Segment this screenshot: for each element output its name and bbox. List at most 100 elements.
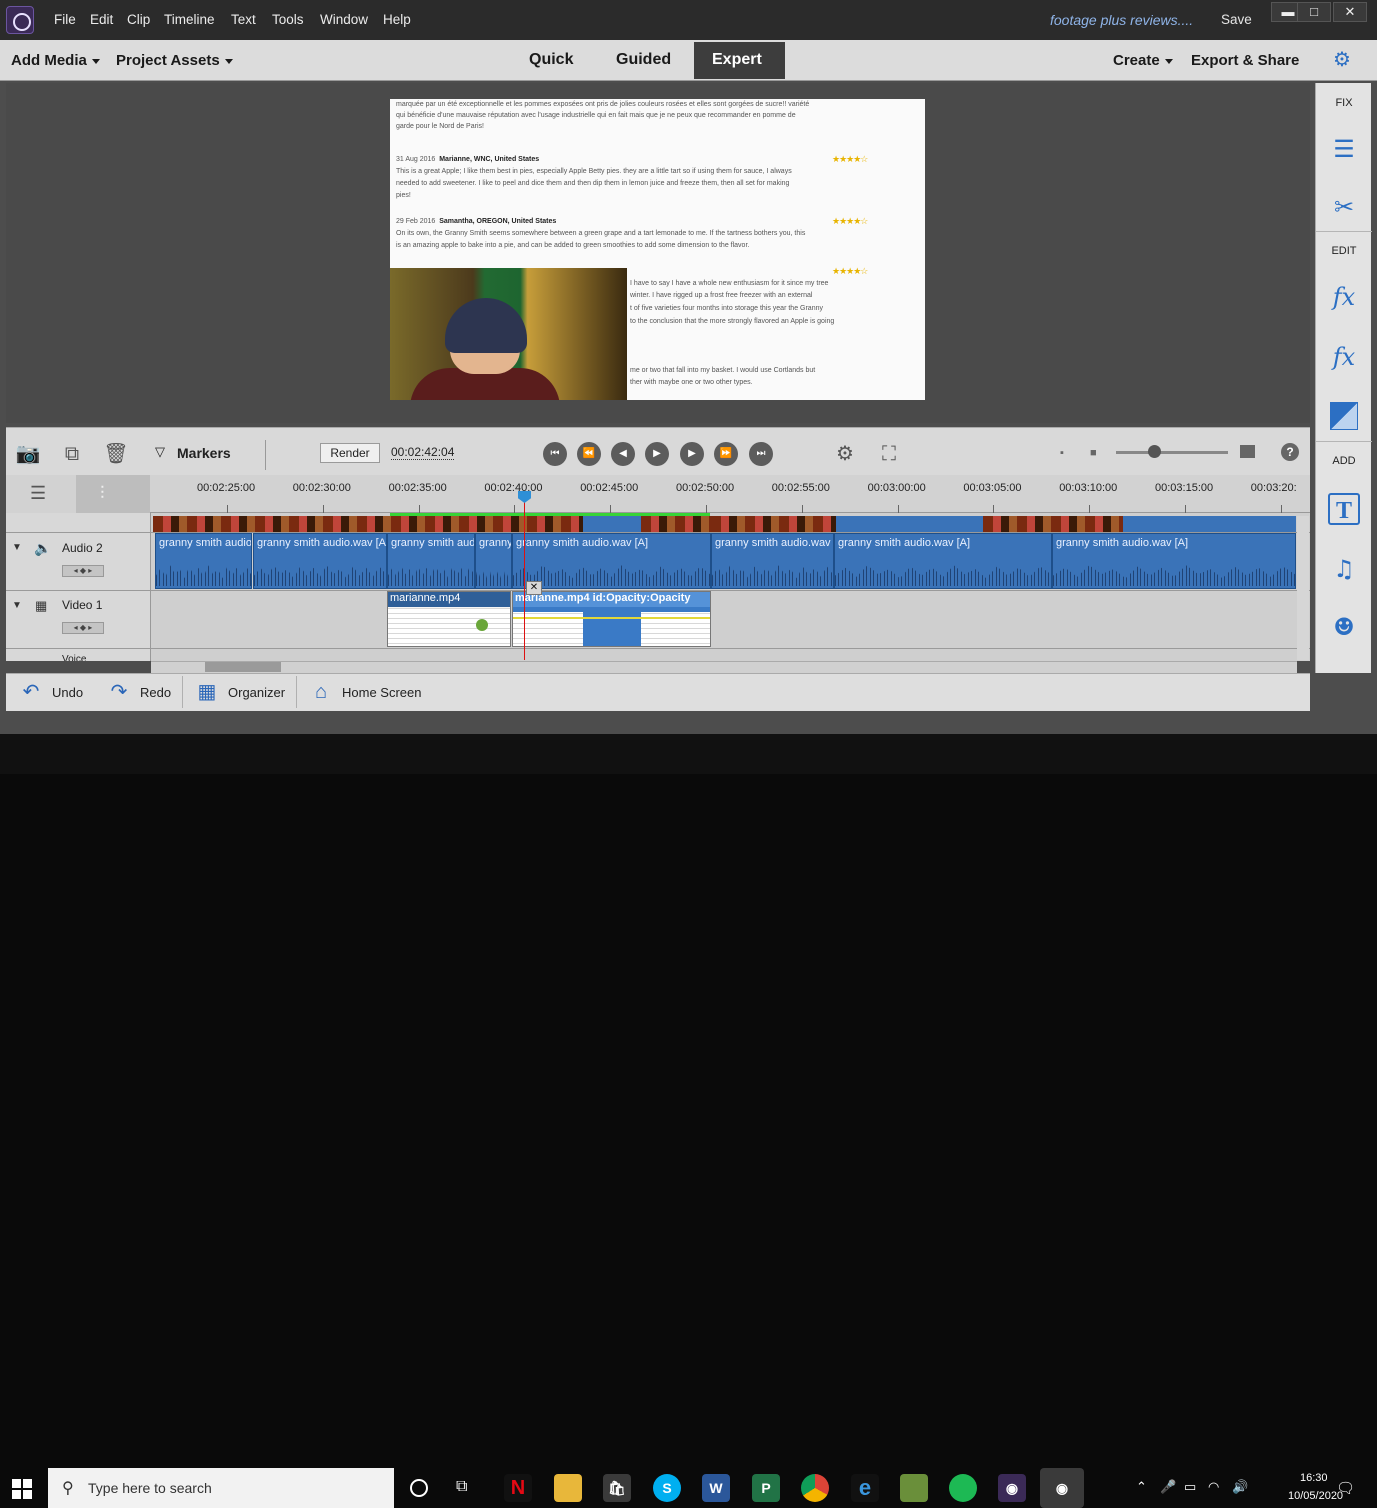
home-icon[interactable]: ⌂ xyxy=(308,680,334,704)
menu-file[interactable]: File xyxy=(54,12,76,27)
horizontal-scroll-thumb[interactable] xyxy=(205,662,281,672)
zoom-small-icon[interactable]: ■ xyxy=(1090,447,1097,459)
fast-forward-icon[interactable]: ⏩ xyxy=(714,442,738,466)
audio-mixer-button[interactable]: ⫶ xyxy=(76,475,150,513)
titles-text-icon[interactable]: T xyxy=(1328,493,1360,525)
video-preview[interactable]: marquée par un été exceptionnelle et les… xyxy=(390,99,925,400)
tab-guided[interactable]: Guided xyxy=(616,51,671,69)
zoom-slider-track[interactable] xyxy=(1116,451,1228,454)
create-menu[interactable]: Create xyxy=(1113,52,1173,69)
undo-icon[interactable]: ↶ xyxy=(18,680,44,704)
graphics-smiley-icon[interactable]: ☻ xyxy=(1328,611,1360,643)
fit-screen-icon[interactable]: ⛶ xyxy=(875,440,903,468)
audio-clip[interactable]: granny smith audio.wav xyxy=(711,533,834,589)
menu-timeline[interactable]: Timeline xyxy=(164,12,215,27)
organizer-grid-icon[interactable]: ▦ xyxy=(194,680,220,704)
duplicate-clip-icon[interactable]: ⧉ xyxy=(58,440,86,468)
keyframe-nav-icon[interactable]: ◂ ◆ ▸ xyxy=(62,565,104,577)
transition-x-icon[interactable]: ✕ xyxy=(526,581,542,595)
maximize-button[interactable]: □ xyxy=(1297,2,1331,22)
tools-icon[interactable]: ✂ xyxy=(1328,191,1360,223)
project-assets-menu[interactable]: Project Assets xyxy=(116,52,233,69)
audio-clip[interactable]: granny smith audio xyxy=(155,533,252,589)
video-thumb-strip[interactable] xyxy=(711,516,836,532)
timeline-ruler[interactable] xyxy=(6,475,1310,513)
video-clip[interactable]: marianne.mp4 xyxy=(387,591,511,647)
add-media-menu[interactable]: Add Media xyxy=(11,52,100,69)
battery-icon[interactable]: ▭ xyxy=(1184,1479,1196,1495)
cortana-icon[interactable] xyxy=(410,1479,428,1497)
skype-icon[interactable]: S xyxy=(653,1474,681,1502)
audio-clip[interactable]: granny smith audio.wav [A] xyxy=(1052,533,1296,589)
audio-clip[interactable]: granny xyxy=(475,533,512,589)
snapshot-camera-icon[interactable]: 📷 xyxy=(14,440,42,468)
store-icon[interactable]: 🛍 xyxy=(603,1474,631,1502)
menu-window[interactable]: Window xyxy=(320,12,368,27)
menu-help[interactable]: Help xyxy=(383,12,411,27)
audio-clip[interactable]: granny smith aud xyxy=(387,533,475,589)
video-thumb-strip[interactable] xyxy=(153,516,583,532)
redo-button[interactable]: Redo xyxy=(140,685,171,700)
video-clip-selected[interactable]: marianne.mp4 id:Opacity:Opacity xyxy=(512,591,711,647)
clock-date[interactable]: 10/05/2020 xyxy=(1288,1490,1343,1502)
collapse-triangle-icon[interactable]: ▼ xyxy=(12,600,22,611)
track-options-button[interactable]: ☰ xyxy=(6,475,76,513)
rewind-icon[interactable]: ⏪ xyxy=(577,442,601,466)
zoom-out-icon[interactable]: ▪ xyxy=(1060,447,1064,459)
word-icon[interactable]: W xyxy=(702,1474,730,1502)
go-to-start-icon[interactable]: ⏮ xyxy=(543,442,567,466)
playhead-line[interactable] xyxy=(524,497,525,660)
organizer-button[interactable]: Organizer xyxy=(228,685,285,700)
zoom-slider-thumb[interactable] xyxy=(1148,445,1161,458)
zoom-in-icon[interactable] xyxy=(1240,445,1255,458)
menu-tools[interactable]: Tools xyxy=(272,12,304,27)
step-forward-icon[interactable]: ▶ xyxy=(680,442,704,466)
home-screen-button[interactable]: Home Screen xyxy=(342,685,421,700)
chrome-icon[interactable] xyxy=(801,1474,829,1502)
chevron-up-icon[interactable]: ⌃ xyxy=(1136,1479,1147,1495)
horizontal-scrollbar[interactable] xyxy=(151,661,1297,673)
help-icon[interactable]: ? xyxy=(1281,443,1299,461)
markers-menu[interactable]: Markers xyxy=(177,445,231,461)
menu-edit[interactable]: Edit xyxy=(90,12,113,27)
gear-icon[interactable]: ⚙ xyxy=(1331,49,1353,71)
tab-quick[interactable]: Quick xyxy=(529,51,573,69)
windows-start-icon[interactable] xyxy=(12,1479,32,1499)
microphone-icon[interactable]: 🎤 xyxy=(1160,1479,1176,1495)
go-to-end-icon[interactable]: ⏭ xyxy=(749,442,773,466)
wifi-icon[interactable]: ◠ xyxy=(1208,1479,1219,1495)
keyframe-nav-icon[interactable]: ◂ ◆ ▸ xyxy=(62,622,104,634)
publisher-icon[interactable]: P xyxy=(752,1474,780,1502)
close-button[interactable]: ✕ xyxy=(1333,2,1367,22)
clock-time[interactable]: 16:30 xyxy=(1300,1472,1328,1484)
undo-button[interactable]: Undo xyxy=(52,685,83,700)
speaker-icon[interactable]: 🔈 xyxy=(34,540,51,557)
render-button[interactable]: Render xyxy=(320,443,380,463)
edge-icon[interactable]: e xyxy=(851,1474,879,1502)
volume-icon[interactable]: 🔊 xyxy=(1232,1479,1248,1495)
notifications-icon[interactable]: 🗨 xyxy=(1336,1479,1355,1497)
play-icon[interactable]: ▶ xyxy=(645,442,669,466)
vertical-scrollbar[interactable] xyxy=(1297,516,1309,660)
menu-text[interactable]: Text xyxy=(231,12,256,27)
effects-icon[interactable]: fx xyxy=(1328,341,1360,373)
redo-icon[interactable]: ↷ xyxy=(106,680,132,704)
premiere-organizer-icon[interactable]: ◉ xyxy=(998,1474,1026,1502)
render-settings-icon[interactable]: ⚙ xyxy=(831,440,859,468)
spotify-icon[interactable] xyxy=(949,1474,977,1502)
current-timecode[interactable]: 00:02:42:04 xyxy=(391,445,455,460)
video-thumb-strip[interactable] xyxy=(983,516,1123,532)
export-share-button[interactable]: Export & Share xyxy=(1191,52,1299,69)
applied-effects-icon[interactable]: fx xyxy=(1328,281,1360,313)
transitions-icon[interactable] xyxy=(1330,402,1358,430)
trash-icon[interactable]: 🗑 xyxy=(102,440,130,468)
minecraft-icon[interactable] xyxy=(900,1474,928,1502)
task-view-icon[interactable]: ⧉ xyxy=(456,1478,467,1496)
file-explorer-icon[interactable] xyxy=(554,1474,582,1502)
netflix-icon[interactable]: N xyxy=(504,1474,532,1502)
menu-clip[interactable]: Clip xyxy=(127,12,150,27)
step-back-icon[interactable]: ◀ xyxy=(611,442,635,466)
video-thumb-strip[interactable] xyxy=(641,516,711,532)
audio-clip[interactable]: granny smith audio.wav [A xyxy=(253,533,387,589)
collapse-triangle-icon[interactable]: ▼ xyxy=(12,542,22,553)
